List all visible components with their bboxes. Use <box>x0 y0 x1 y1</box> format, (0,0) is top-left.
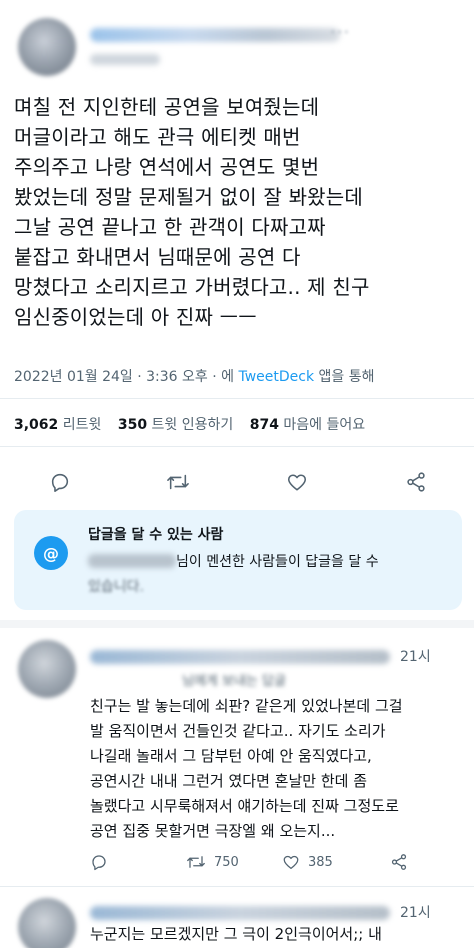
tweet-line: 봤었는데 정말 문제될거 없이 잘 봐왔는데 <box>14 185 363 209</box>
author-avatar[interactable] <box>18 18 76 76</box>
tweet-timestamp: 2022년 01월 24일 · 3:36 오후 · 에 TweetDeck 앱을… <box>14 366 375 386</box>
retweet-button[interactable]: 750 <box>186 850 239 874</box>
reply-icon[interactable] <box>40 462 80 502</box>
reply-time[interactable]: 21시 <box>400 902 431 922</box>
divider <box>0 446 474 447</box>
heart-icon[interactable] <box>277 462 317 502</box>
engagement-stats: 3,062 리트윗 350 트윗 인용하기 874 마음에 들어요 <box>14 414 365 434</box>
more-options-icon[interactable]: ··· <box>330 22 350 43</box>
reply-icon[interactable] <box>90 850 108 874</box>
reply-author-blurred[interactable] <box>90 650 390 664</box>
reply-avatar[interactable] <box>18 898 76 948</box>
like-button[interactable]: 385 <box>282 850 333 874</box>
reply-line: 나길래 놀래서 그 담부턴 아예 안 움직였다고, <box>90 747 372 765</box>
reply-line: 놀랬다고 시무룩해져서 얘기하는데 진짜 그정도로 <box>90 797 399 815</box>
tweet-line: 주의주고 나랑 연석에서 공연도 몇번 <box>14 155 320 179</box>
timestamp-text[interactable]: 2022년 01월 24일 · 3:36 오후 · 에 <box>14 369 238 385</box>
tweet-line: 머글이라고 해도 관극 에티켓 매번 <box>14 125 301 149</box>
reply-line: 친구는 발 놓는데에 쇠판? 같은게 있었나본데 그걸 <box>90 697 403 715</box>
mentioned-handle-blurred <box>88 554 176 568</box>
author-name-blurred[interactable] <box>90 28 340 42</box>
tweet-header: ··· <box>0 0 474 86</box>
likes-stat[interactable]: 874 마음에 들어요 <box>250 417 365 433</box>
reply-line: 공연 집중 못할거면 극장엘 왜 오는지... <box>90 822 336 840</box>
tweet-text: 며칠 전 지인한테 공연을 보여줬는데 머글이라고 해도 관극 에티켓 매번 주… <box>14 92 464 332</box>
author-handle-blurred <box>90 54 160 65</box>
retweets-stat[interactable]: 3,062 리트윗 <box>14 417 101 433</box>
section-separator <box>0 620 474 628</box>
tweet-actions <box>0 462 474 502</box>
reply-line: 누군지는 모르겠지만 그 극이 2인극이어서;; 내 <box>90 925 382 943</box>
reply-to-label: 님에게 보내는 답글 <box>182 674 286 689</box>
divider <box>0 398 474 399</box>
reply-restriction-text-2: 있습니다. <box>88 579 144 595</box>
retweet-count: 750 <box>214 854 239 870</box>
reply-time[interactable]: 21시 <box>400 646 431 666</box>
share-icon[interactable] <box>396 462 436 502</box>
reply-restriction-text: 님이 멘션한 사람들이 답글을 달 수 <box>88 551 379 571</box>
at-icon: @ <box>34 536 68 570</box>
tweet-line: 망쳤다고 소리지르고 가버렸다고.. 제 친구 <box>14 275 370 299</box>
reply-author-blurred[interactable] <box>90 906 390 920</box>
divider <box>0 886 474 887</box>
reply-actions: 750 385 <box>90 850 470 874</box>
reply-restriction-notice: @ 답글을 달 수 있는 사람 님이 멘션한 사람들이 답글을 달 수 있습니다… <box>14 510 462 610</box>
heart-icon <box>283 855 299 870</box>
reply-text: 누군지는 모르겠지만 그 극이 2인극이어서;; 내 <box>90 922 470 947</box>
tweet-line: 붙잡고 화내면서 님때문에 공연 다 <box>14 245 301 269</box>
tweet-line: 임신중이었는데 아 진짜 ㅡㅡ <box>14 305 257 329</box>
tweet-line: 며칠 전 지인한테 공연을 보여줬는데 <box>14 95 320 119</box>
retweet-icon[interactable] <box>158 462 198 502</box>
reply-restriction-title: 답글을 달 수 있는 사람 <box>88 527 224 543</box>
tweet-line: 그날 공연 끝나고 한 관객이 다짜고짜 <box>14 215 326 239</box>
reply-line: 발 움직이면서 건들인것 같다고.. 자기도 소리가 <box>90 722 386 740</box>
share-icon[interactable] <box>390 850 408 874</box>
reply-avatar[interactable] <box>18 640 76 698</box>
reply-text: 친구는 발 놓는데에 쇠판? 같은게 있었나본데 그걸 발 움직이면서 건들인것… <box>90 694 470 844</box>
client-link[interactable]: TweetDeck <box>238 369 314 385</box>
retweet-icon <box>187 856 205 868</box>
reply-line: 공연시간 내내 그런거 였다면 혼날만 한데 좀 <box>90 772 368 790</box>
like-count: 385 <box>308 854 333 870</box>
timestamp-suffix: 앱을 통해 <box>314 369 375 385</box>
quotes-stat[interactable]: 350 트윗 인용하기 <box>118 417 233 433</box>
